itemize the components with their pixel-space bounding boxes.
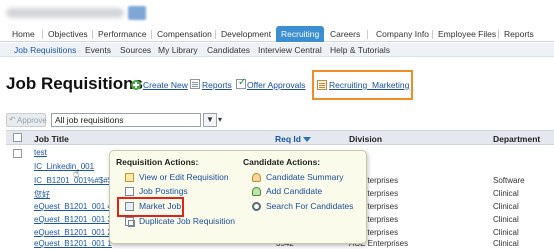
hand-pointer-icon: ☝ <box>73 167 80 180</box>
job-title-link[interactable]: eQuest_B1201_001 4 <box>34 202 112 211</box>
checklist-icon <box>236 77 246 89</box>
filter-go-button[interactable]: ▼ <box>203 113 217 127</box>
document-icon <box>317 80 327 90</box>
division-cell: nterprises <box>363 202 399 211</box>
nav-objectives[interactable]: Objectives <box>48 29 88 39</box>
add-candidate-link[interactable]: Add Candidate <box>266 186 322 196</box>
table-toolbar: ↶ Approve All job requisitions ▼ ▾ <box>6 113 554 128</box>
job-title-link[interactable]: test <box>34 148 47 157</box>
top-navigation: Home Objectives Performance Compensation… <box>0 26 554 42</box>
approve-label: Approve <box>17 116 47 125</box>
department-cell: Software <box>493 176 525 185</box>
row-checkbox[interactable] <box>13 149 22 158</box>
view-edit-requisition-link[interactable]: View or Edit Requisition <box>139 172 229 182</box>
candidate-summary-icon <box>252 173 261 182</box>
create-new-link[interactable]: Create New <box>143 80 188 90</box>
division-cell: nterprises <box>363 189 399 198</box>
job-title-link[interactable]: eQuest_B1201_001 3 <box>34 215 112 224</box>
approve-button[interactable]: ↶ Approve <box>6 113 47 127</box>
division-cell: nterprises <box>363 228 399 237</box>
subnav-job-requisitions[interactable]: Job Requisitions <box>14 45 76 55</box>
sub-navigation: Job Requisitions Events Sources My Libra… <box>0 43 554 57</box>
candidate-summary-link[interactable]: Candidate Summary <box>266 172 343 182</box>
division-cell: nterprises <box>363 176 399 185</box>
page-title: Job Requisitions <box>6 74 143 93</box>
nav-careers[interactable]: Careers <box>330 29 360 39</box>
nav-company-info[interactable]: Company Info <box>376 29 429 39</box>
approve-arrow-icon: ↶ <box>9 115 16 124</box>
select-all-checkbox[interactable] <box>13 133 22 142</box>
duplicate-icon <box>125 217 135 227</box>
nav-reports[interactable]: Reports <box>504 29 534 39</box>
job-title-link[interactable]: eQuest_B1201_001 1 <box>34 239 112 248</box>
subnav-my-library[interactable]: My Library <box>158 45 198 55</box>
search-icon <box>252 202 261 211</box>
department-cell: Clinical <box>493 215 519 224</box>
nav-performance[interactable]: Performance <box>98 29 147 39</box>
subnav-candidates[interactable]: Candidates <box>207 45 250 55</box>
filter-options-dropdown-icon[interactable]: ▾ <box>218 115 222 124</box>
subnav-events[interactable]: Events <box>85 45 111 55</box>
edit-requisition-icon <box>125 173 134 182</box>
nav-recruiting[interactable]: Recruiting <box>276 26 325 42</box>
search-candidates-link[interactable]: Search For Candidates <box>266 201 353 211</box>
column-req-id[interactable]: Req Id <box>275 134 311 144</box>
plus-circle-icon <box>131 80 141 90</box>
sort-descending-icon <box>302 137 311 143</box>
column-division[interactable]: Division <box>349 134 382 144</box>
column-department[interactable]: Department <box>493 134 540 144</box>
nav-home[interactable]: Home <box>12 29 35 39</box>
nav-compensation[interactable]: Compensation <box>157 29 212 39</box>
department-cell: Clinical <box>493 189 519 198</box>
nav-development[interactable]: Development <box>221 29 271 39</box>
subnav-sources[interactable]: Sources <box>120 45 151 55</box>
add-candidate-icon <box>252 187 261 196</box>
job-title-link[interactable]: IC_Linkedin_001 <box>34 162 94 171</box>
department-cell: Clinical <box>493 202 519 211</box>
department-cell: Clinical <box>493 228 519 237</box>
candidate-actions-heading: Candidate Actions: <box>243 157 321 167</box>
job-title-link[interactable]: eQuest_B1201_001 2 <box>34 228 112 237</box>
column-job-title[interactable]: Job Title <box>34 134 69 144</box>
report-icon <box>190 79 200 89</box>
nav-employee-files[interactable]: Employee Files <box>438 29 496 39</box>
division-cell: nterprises <box>363 215 399 224</box>
offer-approvals-link[interactable]: Offer Approvals <box>247 80 305 90</box>
highlight-box-red <box>117 197 184 217</box>
job-postings-icon <box>125 187 134 196</box>
recruiting-marketing-link[interactable]: Recruiting_Marketing <box>329 80 409 90</box>
job-postings-link[interactable]: Job Postings <box>139 186 188 196</box>
reports-link[interactable]: Reports <box>202 80 232 90</box>
subnav-help-tutorials[interactable]: Help & Tutorials <box>330 45 390 55</box>
department-cell: Clinical <box>493 239 519 248</box>
requisition-filter-select[interactable]: All job requisitions <box>51 113 201 127</box>
table-header: Job Title Req Id Division Department <box>6 130 554 145</box>
subnav-interview-central[interactable]: Interview Central <box>258 45 322 55</box>
job-title-link[interactable]: 您好 <box>34 189 50 200</box>
requisition-actions-heading: Requisition Actions: <box>116 157 199 167</box>
duplicate-requisition-link[interactable]: Duplicate Job Requisition <box>139 216 235 226</box>
company-logo <box>6 5 146 21</box>
